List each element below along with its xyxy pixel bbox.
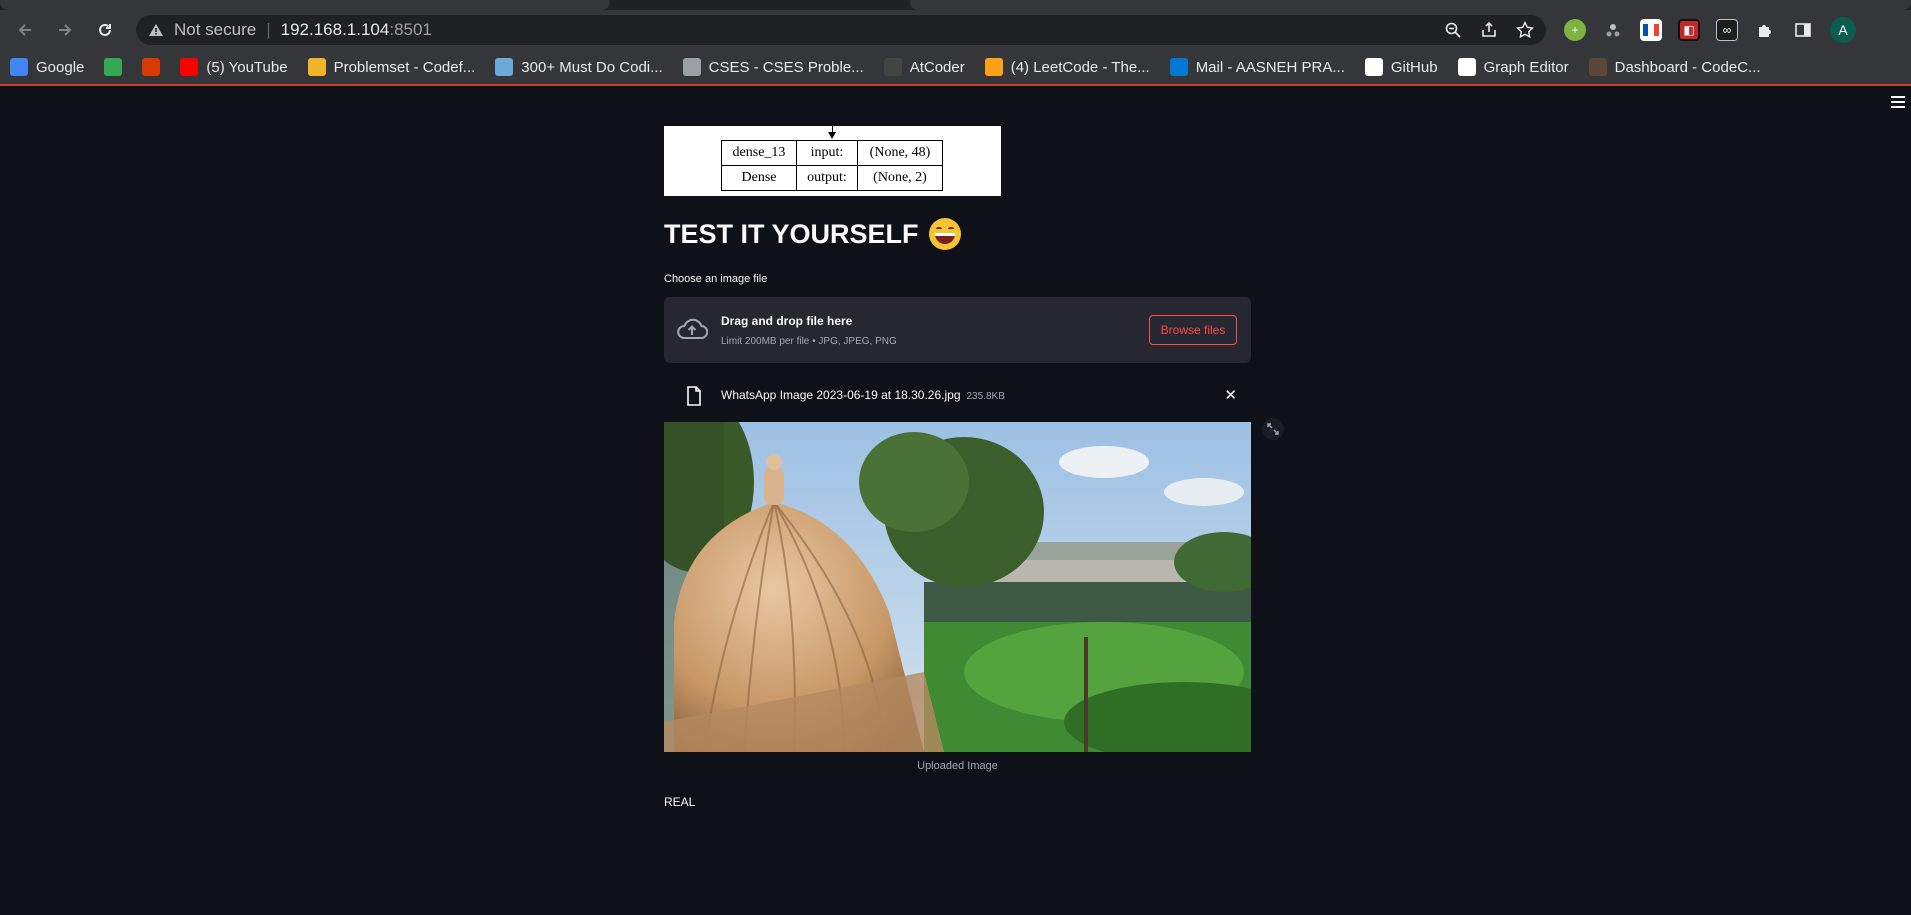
bookmark-label: Graph Editor bbox=[1483, 58, 1569, 76]
file-name-text: WhatsApp Image 2023-06-19 at 18.30.26.jp… bbox=[721, 388, 961, 402]
url-host: 192.168.1.104 bbox=[280, 20, 390, 39]
browse-files-button[interactable]: Browse files bbox=[1149, 315, 1237, 345]
codeforces-icon bbox=[307, 58, 326, 76]
dropzone-title: Drag and drop file here bbox=[721, 314, 853, 328]
forward-button[interactable] bbox=[48, 13, 82, 47]
bookmark-label: GitHub bbox=[1390, 58, 1438, 76]
dropzone-limit: Limit 200MB per file • JPG, JPEG, PNG bbox=[721, 336, 897, 347]
layer-name: dense_13 bbox=[721, 140, 797, 166]
bookmark-label: AtCoder bbox=[909, 58, 965, 76]
model-diagram: dense_13 input: (None, 48) Dense output:… bbox=[664, 126, 1001, 196]
extension-red-icon[interactable]: ◧ bbox=[1678, 19, 1700, 41]
uploaded-file-row: WhatsApp Image 2023-06-19 at 18.30.26.jp… bbox=[664, 375, 1251, 413]
remove-file-icon[interactable]: ✕ bbox=[1224, 386, 1237, 404]
share-icon[interactable] bbox=[1480, 21, 1498, 39]
url-separator: | bbox=[266, 20, 271, 39]
bookmark-item[interactable]: Problemset - Codef... bbox=[307, 58, 476, 76]
diagram-arrow-head bbox=[828, 132, 836, 139]
extensions-puzzle-icon[interactable] bbox=[1754, 19, 1776, 41]
image-caption: Uploaded Image bbox=[917, 760, 998, 772]
uploader-label: Choose an image file bbox=[664, 273, 768, 285]
bookmark-item[interactable]: Dashboard - CodeC... bbox=[1588, 58, 1761, 76]
codechef-icon bbox=[1588, 58, 1607, 76]
file-icon bbox=[687, 386, 701, 406]
outlook-icon bbox=[1169, 58, 1188, 76]
layer-table: dense_13 input: (None, 48) Dense output:… bbox=[721, 140, 943, 191]
bookmark-item[interactable]: AtCoder bbox=[883, 58, 965, 76]
back-arrow-icon bbox=[18, 24, 31, 36]
bookmark-item[interactable]: Google bbox=[10, 58, 84, 76]
browser-toolbar: Not secure | 192.168.1.104:8501 + ◧ ∞ A bbox=[0, 10, 1911, 50]
bookmark-item[interactable] bbox=[142, 58, 161, 76]
extension-dots-icon[interactable] bbox=[1602, 19, 1624, 41]
bookmark-item[interactable]: Mail - AASNEH PRA... bbox=[1169, 58, 1345, 76]
input-shape: (None, 48) bbox=[857, 140, 943, 166]
uploaded-file-name: WhatsApp Image 2023-06-19 at 18.30.26.jp… bbox=[721, 388, 1005, 402]
bookmark-label: CSES - CSES Proble... bbox=[708, 58, 864, 76]
output-label: output: bbox=[796, 165, 858, 191]
atcoder-icon bbox=[883, 58, 902, 76]
graph-icon bbox=[1457, 58, 1476, 76]
profile-avatar[interactable]: A bbox=[1830, 17, 1856, 43]
bookmark-label: Google bbox=[36, 58, 85, 76]
layer-type: Dense bbox=[721, 165, 797, 191]
prediction-result: REAL bbox=[664, 795, 696, 809]
page-title-text: TEST IT YOURSELF bbox=[664, 218, 919, 249]
bookmark-label: (4) LeetCode - The... bbox=[1010, 58, 1150, 76]
bookmark-item[interactable]: (4) LeetCode - The... bbox=[984, 58, 1150, 76]
uploaded-photo bbox=[664, 422, 1251, 752]
address-bar[interactable]: Not secure | 192.168.1.104:8501 bbox=[136, 15, 1546, 45]
bookmark-label: Problemset - Codef... bbox=[333, 58, 476, 76]
bookmark-item[interactable]: 300+ Must Do Codi... bbox=[495, 58, 663, 76]
bookmark-label: 300+ Must Do Codi... bbox=[521, 58, 663, 76]
bookmark-label: Mail - AASNEH PRA... bbox=[1195, 58, 1345, 76]
page-title: TEST IT YOURSELF bbox=[664, 218, 961, 250]
github-icon bbox=[1364, 58, 1383, 76]
file-size: 235.8KB bbox=[966, 391, 1005, 402]
extensions-bar: + ◧ ∞ A bbox=[1564, 17, 1856, 43]
expand-icon bbox=[1267, 423, 1279, 435]
mountain-icon bbox=[495, 58, 514, 76]
bookmark-label: Dashboard - CodeC... bbox=[1614, 58, 1761, 76]
side-panel-icon[interactable] bbox=[1792, 19, 1814, 41]
youtube-icon bbox=[180, 58, 199, 76]
bookmark-item[interactable]: Graph Editor bbox=[1457, 58, 1569, 76]
output-shape: (None, 2) bbox=[857, 165, 943, 191]
bookmark-item[interactable] bbox=[104, 58, 123, 76]
zoom-icon[interactable] bbox=[1444, 21, 1462, 39]
reload-icon bbox=[99, 23, 111, 36]
google-icon bbox=[10, 58, 28, 76]
reload-button[interactable] bbox=[88, 13, 122, 47]
input-label: input: bbox=[796, 140, 858, 166]
streamlit-page: dense_13 input: (None, 48) Dense output:… bbox=[0, 86, 1911, 913]
warning-icon bbox=[149, 24, 163, 36]
extension-flag-icon[interactable] bbox=[1640, 19, 1662, 41]
bookmark-item[interactable]: (5) YouTube bbox=[180, 58, 288, 76]
browser-tab-active[interactable] bbox=[910, 0, 1911, 10]
tab-strip bbox=[0, 0, 1911, 10]
star-icon[interactable] bbox=[1516, 21, 1534, 39]
fullscreen-button[interactable] bbox=[1262, 418, 1284, 440]
drive-icon bbox=[104, 58, 123, 76]
url-port: :8501 bbox=[389, 20, 432, 39]
bookmark-label: (5) YouTube bbox=[206, 58, 288, 76]
extension-glasses-icon[interactable]: ∞ bbox=[1716, 19, 1738, 41]
bookmark-item[interactable]: CSES - CSES Proble... bbox=[682, 58, 864, 76]
globe-icon bbox=[682, 58, 701, 76]
security-label: Not secure bbox=[174, 20, 257, 39]
bookmarks-bar: Google (5) YouTube Problemset - Codef... 30… bbox=[0, 50, 1911, 86]
back-button[interactable] bbox=[8, 13, 42, 47]
bookmark-item[interactable]: GitHub bbox=[1364, 58, 1438, 76]
browser-tab[interactable] bbox=[0, 0, 610, 10]
grinning-face-icon bbox=[928, 218, 961, 250]
leetcode-icon bbox=[984, 58, 1003, 76]
file-dropzone[interactable]: Drag and drop file here Limit 200MB per … bbox=[664, 297, 1251, 363]
extension-plus-icon[interactable]: + bbox=[1564, 19, 1586, 41]
uploaded-image bbox=[664, 422, 1251, 752]
forward-arrow-icon bbox=[59, 24, 72, 36]
menu-icon[interactable] bbox=[1891, 96, 1905, 108]
cloud-upload-icon bbox=[677, 318, 708, 339]
office-icon bbox=[142, 58, 161, 76]
